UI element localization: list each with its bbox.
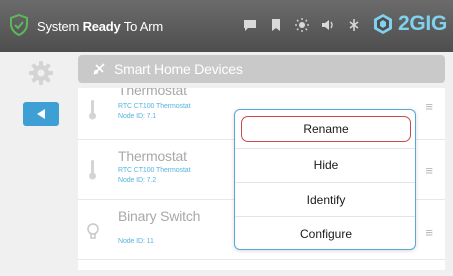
signal-icon[interactable] bbox=[347, 18, 361, 32]
configure-menu-item[interactable]: Configure bbox=[241, 221, 411, 247]
status-bar: System Ready To Arm 2GIG bbox=[0, 0, 453, 52]
lightbulb-icon bbox=[86, 220, 100, 244]
volume-icon[interactable] bbox=[321, 18, 335, 32]
messages-icon[interactable] bbox=[243, 18, 257, 32]
brand-logo: 2GIG bbox=[371, 12, 447, 36]
device-name: Binary Switch bbox=[118, 208, 201, 224]
smart-home-icon bbox=[92, 62, 106, 76]
device-model: RTC CT100 Thermostat bbox=[118, 167, 191, 174]
menu-divider bbox=[235, 148, 415, 149]
system-status: System Ready To Arm bbox=[37, 19, 163, 34]
status-icons bbox=[243, 18, 361, 32]
device-name: Thermostat bbox=[118, 88, 187, 98]
thermometer-icon bbox=[86, 158, 100, 182]
device-node-id: Node ID: 7.1 bbox=[118, 113, 157, 120]
context-menu: Rename Hide Identify Configure bbox=[234, 109, 416, 250]
status-ready: Ready bbox=[82, 19, 121, 34]
menu-handle-icon[interactable]: ≡ bbox=[425, 100, 433, 113]
brand-mark-icon bbox=[374, 14, 393, 34]
rename-menu-item[interactable]: Rename bbox=[241, 116, 411, 142]
gear-icon[interactable] bbox=[28, 60, 54, 86]
arrow-left-icon bbox=[37, 109, 45, 119]
hide-menu-item[interactable]: Hide bbox=[241, 152, 411, 178]
menu-handle-icon[interactable]: ≡ bbox=[425, 164, 433, 177]
device-name: Thermostat bbox=[118, 148, 187, 164]
brand-text: 2GIG bbox=[398, 12, 447, 35]
device-node-id: Node ID: 7.2 bbox=[118, 177, 157, 184]
shield-check-icon[interactable] bbox=[10, 13, 28, 37]
back-button[interactable] bbox=[23, 102, 59, 126]
device-node-id: Node ID: 11 bbox=[118, 238, 154, 245]
status-suffix: To Arm bbox=[120, 19, 164, 34]
brightness-icon[interactable] bbox=[295, 18, 309, 32]
page-title: Smart Home Devices bbox=[114, 61, 243, 77]
device-model: RTC CT100 Thermostat bbox=[118, 103, 191, 110]
menu-handle-icon[interactable]: ≡ bbox=[425, 226, 433, 239]
menu-divider bbox=[235, 216, 415, 217]
menu-divider bbox=[235, 182, 415, 183]
bookmark-icon[interactable] bbox=[269, 18, 283, 32]
thermometer-icon bbox=[86, 98, 100, 122]
identify-menu-item[interactable]: Identify bbox=[241, 187, 411, 213]
status-prefix: System bbox=[37, 19, 83, 34]
page-header: Smart Home Devices bbox=[78, 55, 445, 83]
